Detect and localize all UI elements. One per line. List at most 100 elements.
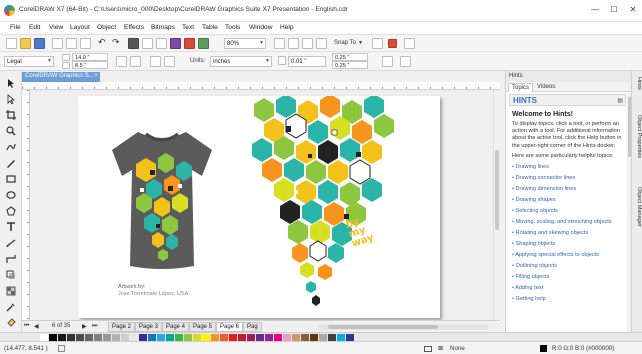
hint-link-filling-objects[interactable]: • Filling objects: [512, 272, 624, 283]
open-folder-icon[interactable]: [20, 38, 31, 49]
palette-swatch[interactable]: [40, 334, 48, 341]
menu-view[interactable]: View: [49, 24, 63, 31]
palette-swatch[interactable]: [130, 334, 138, 341]
palette-swatch[interactable]: [238, 334, 246, 341]
side-tab-hints[interactable]: Hints: [633, 77, 642, 90]
nudge-distance-field[interactable]: 0.01 ": [288, 56, 326, 67]
palette-swatch[interactable]: [49, 334, 57, 341]
page-size-select[interactable]: Legal ▼: [4, 56, 54, 67]
side-tab-object-properties[interactable]: Object Properties: [633, 115, 642, 158]
play-icon[interactable]: [58, 345, 65, 352]
application-launcher-icon[interactable]: [184, 38, 195, 49]
next-page-icon[interactable]: ▶: [82, 323, 87, 330]
hint-link-shaping-objects[interactable]: • Shaping objects: [512, 239, 624, 250]
welcome-screen-icon[interactable]: [198, 38, 209, 49]
interactive-fill-tool-icon[interactable]: [5, 317, 17, 329]
document-tab[interactable]: CorelDRAW Graphics S... ×: [22, 72, 100, 82]
horizontal-scroll-thumb[interactable]: [328, 325, 438, 329]
menu-tools[interactable]: Tools: [225, 24, 240, 31]
rectangle-tool-icon[interactable]: [5, 173, 17, 185]
palette-swatch[interactable]: [157, 334, 165, 341]
page-width-field[interactable]: 14.0 ": [72, 53, 108, 61]
document-page[interactable]: Artwork by: José Torretmate López, USA b…: [78, 96, 440, 318]
palette-swatch[interactable]: [292, 334, 300, 341]
last-page-icon[interactable]: ⏭: [92, 323, 97, 330]
palette-swatch[interactable]: [256, 334, 264, 341]
hint-link-dimension-lines[interactable]: • Drawing dimension lines: [512, 184, 624, 195]
palette-swatch[interactable]: [67, 334, 75, 341]
menu-object[interactable]: Object: [97, 24, 116, 31]
menu-effects[interactable]: Effects: [124, 24, 144, 31]
horizontal-scrollbar[interactable]: [318, 324, 488, 330]
palette-swatch[interactable]: [220, 334, 228, 341]
palette-swatch[interactable]: [346, 334, 354, 341]
palette-swatch[interactable]: [58, 334, 66, 341]
freehand-tool-icon[interactable]: [5, 141, 17, 153]
artistic-media-tool-icon[interactable]: [5, 157, 17, 169]
palette-swatch[interactable]: [274, 334, 282, 341]
zoom-level-select[interactable]: 80% ▼: [224, 38, 266, 49]
menu-text[interactable]: Text: [182, 24, 194, 31]
page-tab-2[interactable]: Page 2: [108, 322, 136, 332]
tshirt-mockup[interactable]: [106, 124, 218, 274]
page-tab-3[interactable]: Page 3: [135, 322, 163, 332]
page-tab-7-truncated[interactable]: Pag: [243, 322, 262, 332]
zoom-tool-icon[interactable]: [5, 125, 17, 137]
eyedropper-tool-icon[interactable]: [5, 301, 17, 313]
save-icon[interactable]: [34, 38, 45, 49]
palette-swatch[interactable]: [211, 334, 219, 341]
options-icon[interactable]: [372, 38, 383, 49]
full-screen-preview-icon[interactable]: [274, 38, 285, 49]
palette-swatch[interactable]: [202, 334, 210, 341]
palette-swatch[interactable]: [85, 334, 93, 341]
all-pages-icon[interactable]: [150, 56, 161, 67]
snap-to-chevron-icon[interactable]: ▼: [358, 40, 363, 46]
portrait-icon[interactable]: [116, 56, 127, 67]
cut-icon[interactable]: [52, 38, 63, 49]
palette-swatch[interactable]: [265, 334, 273, 341]
hint-link-outlining-objects[interactable]: • Outlining objects: [512, 261, 624, 272]
landscape-icon[interactable]: [130, 56, 141, 67]
palette-swatch[interactable]: [319, 334, 327, 341]
maximize-button[interactable]: ☐: [606, 4, 622, 16]
hint-link-special-effects[interactable]: • Applying special effects to objects: [512, 250, 624, 261]
transparency-tool-icon[interactable]: [5, 285, 17, 297]
menu-edit[interactable]: Edit: [29, 24, 40, 31]
palette-swatch[interactable]: [94, 334, 102, 341]
options-gear-icon[interactable]: [400, 56, 411, 67]
tab-topics[interactable]: Topics: [508, 83, 534, 92]
new-document-icon[interactable]: [6, 38, 17, 49]
units-select[interactable]: inches ▼: [210, 56, 272, 67]
palette-swatch[interactable]: [121, 334, 129, 341]
hint-link-adding-text[interactable]: • Adding text: [512, 283, 624, 294]
parallel-dimension-tool-icon[interactable]: [5, 237, 17, 249]
palette-swatch[interactable]: [148, 334, 156, 341]
hint-link-connector-lines[interactable]: • Drawing connector lines: [512, 173, 624, 184]
pick-tool-icon[interactable]: [5, 77, 17, 89]
customize-icon[interactable]: [404, 38, 415, 49]
page-height-field[interactable]: 8.5 ": [72, 61, 108, 69]
palette-swatch[interactable]: [175, 334, 183, 341]
close-button[interactable]: ✕: [625, 4, 641, 16]
palette-swatch[interactable]: [184, 334, 192, 341]
show-rulers-icon[interactable]: [288, 38, 299, 49]
help-icon[interactable]: ▤: [617, 97, 623, 104]
duplicate-y-field[interactable]: 0.25 ": [332, 61, 368, 69]
hint-link-selecting-objects[interactable]: • Selecting objects: [512, 206, 624, 217]
palette-swatch[interactable]: [139, 334, 147, 341]
geometric-hexagon-illustration[interactable]: [246, 96, 396, 318]
page-tab-4[interactable]: Page 4: [162, 322, 190, 332]
menu-help[interactable]: Help: [280, 24, 294, 31]
hint-link-rotating-skewing[interactable]: • Rotating and skewing objects: [512, 228, 624, 239]
document-tab-close-icon[interactable]: ×: [94, 73, 98, 79]
minimize-button[interactable]: —: [587, 4, 603, 16]
launch-icon[interactable]: [388, 39, 397, 48]
publish-pdf-icon[interactable]: [170, 38, 181, 49]
palette-swatch[interactable]: [337, 334, 345, 341]
undo-icon[interactable]: ↶: [98, 37, 106, 48]
horizontal-ruler[interactable]: [22, 82, 500, 90]
shape-tool-icon[interactable]: [5, 93, 17, 105]
palette-swatch[interactable]: [112, 334, 120, 341]
palette-swatch[interactable]: [76, 334, 84, 341]
copy-icon[interactable]: [66, 38, 77, 49]
